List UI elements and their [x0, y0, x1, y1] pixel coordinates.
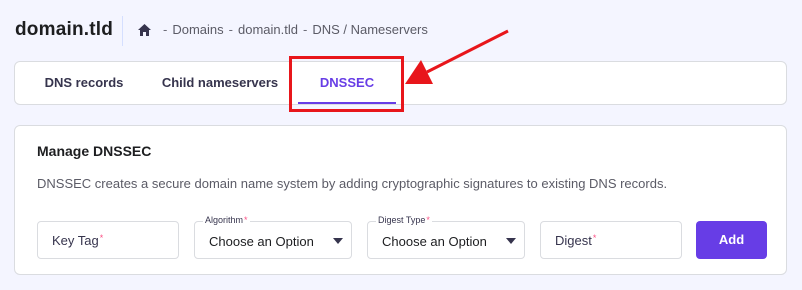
- digest-type-select[interactable]: Digest Type* Choose an Option: [367, 215, 525, 259]
- header-divider: [122, 16, 123, 46]
- breadcrumb-dns-nameservers: DNS / Nameservers: [312, 22, 428, 37]
- required-mark: *: [244, 215, 248, 225]
- key-tag-input[interactable]: Key Tag*: [37, 221, 179, 259]
- tab-child-nameservers[interactable]: Child nameservers: [155, 62, 285, 104]
- digest-type-value: Choose an Option: [382, 234, 487, 249]
- home-icon[interactable]: [137, 23, 152, 37]
- required-mark: *: [592, 233, 597, 243]
- card-description: DNSSEC creates a secure domain name syst…: [37, 176, 668, 191]
- breadcrumb-domain[interactable]: domain.tld: [238, 22, 298, 37]
- chevron-down-icon: [506, 238, 516, 244]
- digest-type-label: Digest Type*: [376, 215, 432, 225]
- tab-dnssec[interactable]: DNSSEC: [298, 62, 396, 104]
- required-mark: *: [99, 233, 104, 243]
- key-tag-placeholder: Key Tag*: [52, 233, 104, 248]
- algorithm-label: Algorithm*: [203, 215, 250, 225]
- chevron-down-icon: [333, 238, 343, 244]
- tabs-bar: DNS records Child nameservers DNSSEC: [14, 61, 787, 105]
- algorithm-select[interactable]: Algorithm* Choose an Option: [194, 215, 352, 259]
- dnssec-card: Manage DNSSEC DNSSEC creates a secure do…: [14, 125, 787, 275]
- digest-input[interactable]: Digest*: [540, 221, 682, 259]
- digest-placeholder: Digest*: [555, 233, 597, 248]
- domain-title: domain.tld: [15, 19, 114, 40]
- breadcrumb: - Domains - domain.tld - DNS / Nameserve…: [137, 22, 428, 37]
- algorithm-value: Choose an Option: [209, 234, 314, 249]
- required-mark: *: [426, 215, 430, 225]
- tab-dnssec-label: DNSSEC: [319, 75, 375, 90]
- breadcrumb-separator: -: [302, 22, 308, 37]
- breadcrumb-separator: -: [228, 22, 233, 37]
- breadcrumb-domains[interactable]: Domains: [172, 22, 223, 37]
- breadcrumb-separator: -: [163, 22, 168, 37]
- card-title: Manage DNSSEC: [37, 143, 152, 159]
- tab-dns-records[interactable]: DNS records: [29, 62, 139, 104]
- page-header: domain.tld - Domains - domain.tld - DNS …: [0, 0, 802, 60]
- add-button[interactable]: Add: [696, 221, 767, 259]
- active-tab-indicator: [298, 102, 396, 104]
